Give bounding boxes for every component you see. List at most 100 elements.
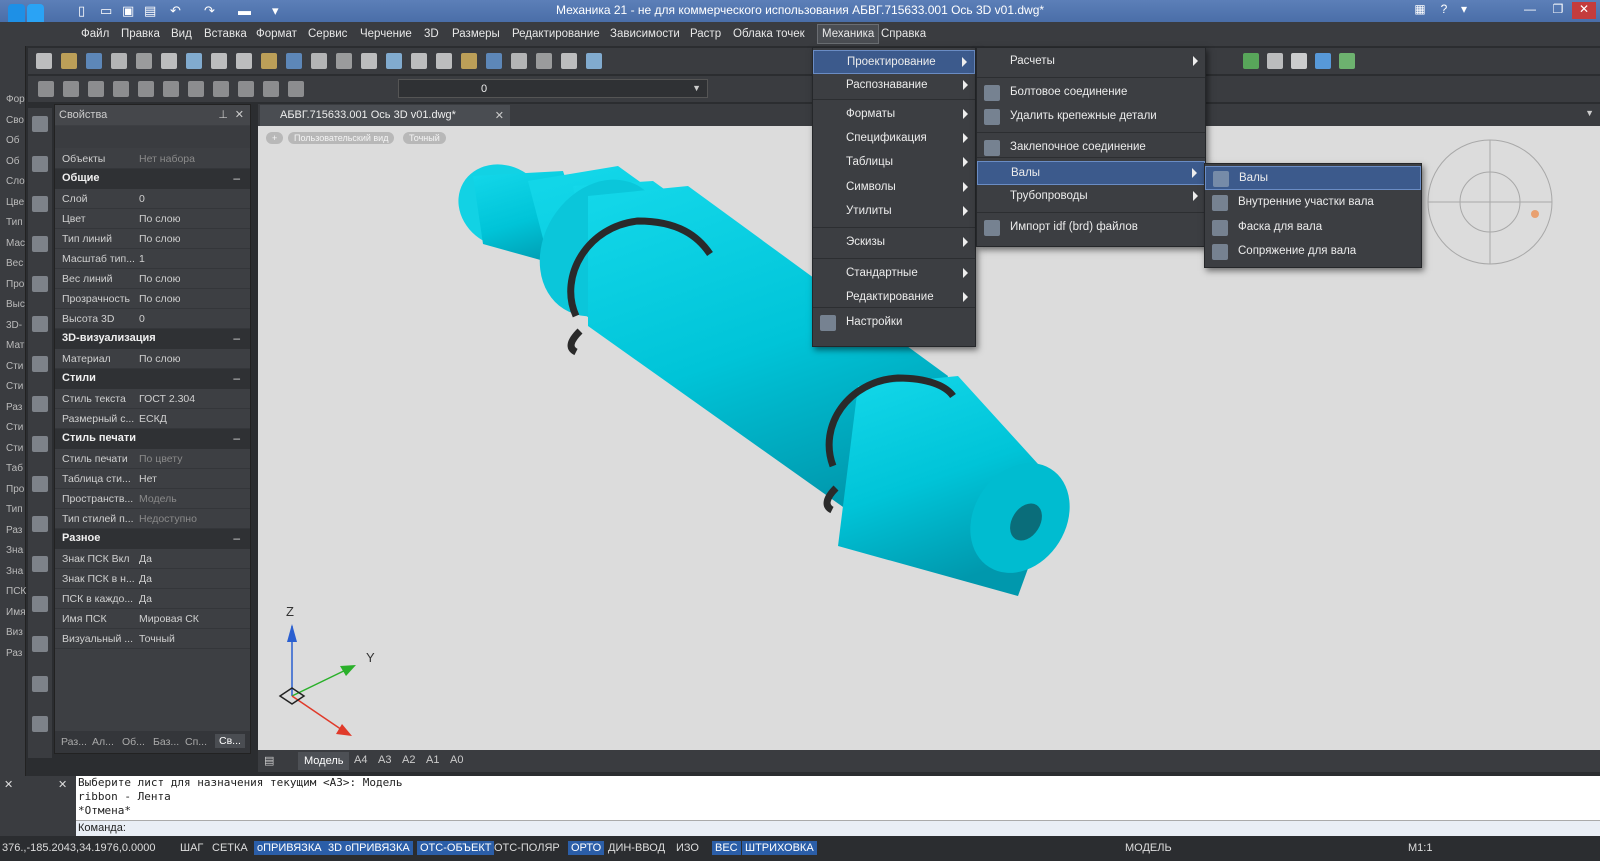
menu-item[interactable]: Размеры (452, 28, 500, 40)
chevron-down-icon[interactable]: ▼ (692, 83, 701, 93)
menu-item[interactable]: Файл (81, 28, 109, 40)
collapse-icon[interactable]: – (233, 331, 240, 345)
new-icon[interactable] (36, 53, 52, 69)
status-toggle[interactable]: 3D оПРИВЯЗКА (325, 841, 413, 855)
status-toggle[interactable]: ШТРИХОВКА (742, 841, 817, 855)
snap-icon[interactable] (561, 53, 577, 69)
mtext-icon[interactable] (32, 676, 48, 692)
collapse-icon[interactable]: – (233, 371, 240, 385)
help-icon[interactable] (586, 53, 602, 69)
menu-item[interactable]: Расчеты (977, 50, 1205, 74)
paste-icon[interactable] (211, 53, 227, 69)
menu-item[interactable]: Эскизы (813, 231, 975, 255)
menu-item[interactable]: Проектирование (813, 50, 975, 74)
menu-item[interactable]: Внутренние участки вала (1205, 191, 1421, 215)
property-row[interactable]: Таблица сти... Нет (55, 469, 250, 489)
property-section-header[interactable]: 3D-визуализация – (55, 329, 250, 349)
property-row[interactable]: Объекты Нет набора (55, 149, 250, 169)
property-row[interactable]: Цвет По слою (55, 209, 250, 229)
layer-combo[interactable]: 0 ▼ (398, 79, 708, 98)
layout-tab[interactable]: A1 (426, 754, 439, 766)
status-toggle[interactable]: ВЕС (712, 841, 741, 855)
menu-item[interactable]: Форматы (813, 103, 975, 127)
layout-tab[interactable]: A0 (450, 754, 463, 766)
layer-prev-icon[interactable] (213, 81, 229, 97)
layout-tab[interactable]: Модель (298, 752, 350, 770)
menu-item[interactable]: Таблицы (813, 151, 975, 175)
status-toggle[interactable]: ОРТО (568, 841, 605, 855)
viewcube-marker[interactable] (1531, 210, 1539, 218)
menu-item[interactable]: Символы (813, 176, 975, 200)
property-row[interactable]: Стиль текста ГОСТ 2.304 (55, 389, 250, 409)
collapse-icon[interactable]: – (233, 531, 240, 545)
mech-tool-2-icon[interactable] (1267, 53, 1283, 69)
property-row[interactable]: Знак ПСК в н... Да (55, 569, 250, 589)
cut-icon[interactable] (161, 53, 177, 69)
table-icon[interactable] (32, 636, 48, 652)
zoom-previous-icon[interactable] (386, 53, 402, 69)
property-section-header[interactable]: Разное – (55, 529, 250, 549)
layout-menu-icon[interactable]: ▤ (264, 754, 274, 767)
menu-item[interactable]: Распознавание (813, 74, 975, 98)
menu-item[interactable]: Валы (977, 161, 1205, 185)
property-row[interactable]: Стиль печати По цвету (55, 449, 250, 469)
menu-item[interactable]: Спецификация (813, 127, 975, 151)
status-toggle[interactable]: ДИН-ВВОД (608, 842, 665, 854)
property-row[interactable]: Размерный с... ЕСКД (55, 409, 250, 429)
property-section-header[interactable]: Стиль печати – (55, 429, 250, 449)
panel-tab[interactable]: Сп... (185, 736, 207, 748)
back-icon[interactable] (88, 81, 104, 97)
property-row[interactable]: Знак ПСК Вкл Да (55, 549, 250, 569)
layer-icon[interactable] (188, 81, 204, 97)
polyline-icon[interactable] (32, 156, 48, 172)
zoom-realtime-icon[interactable] (336, 53, 352, 69)
line-icon[interactable] (32, 116, 48, 132)
zoom-window-icon[interactable] (361, 53, 377, 69)
status-toggle[interactable]: ОТС-ПОЛЯР (494, 842, 560, 854)
menu-item[interactable]: Механика (817, 24, 880, 44)
menu-item[interactable]: 3D (424, 28, 439, 40)
workspace-icon[interactable]: ▦ (1408, 2, 1432, 19)
menu-item[interactable]: Утилиты (813, 200, 975, 224)
status-toggle[interactable]: ИЗО (676, 842, 699, 854)
above-icon[interactable] (113, 81, 129, 97)
status-toggle[interactable]: оПРИВЯЗКА (254, 841, 325, 855)
front-icon[interactable] (63, 81, 79, 97)
property-row[interactable]: Имя ПСК Мировая СК (55, 609, 250, 629)
spline-icon[interactable] (32, 396, 48, 412)
command-input[interactable]: Команда: (76, 820, 1600, 836)
menu-item[interactable]: Растр (690, 28, 721, 40)
property-row[interactable]: Слой 0 (55, 189, 250, 209)
property-row[interactable]: Тип линий По слою (55, 229, 250, 249)
pin-icon[interactable]: ⊥ (218, 108, 228, 121)
panel-tab[interactable]: Об... (122, 736, 145, 748)
property-row[interactable]: ПСК в каждо... Да (55, 589, 250, 609)
property-row[interactable]: Пространств... Модель (55, 489, 250, 509)
close-icon[interactable]: ✕ (1572, 2, 1596, 19)
explode-icon[interactable] (486, 53, 502, 69)
undo-icon[interactable] (261, 53, 277, 69)
minimize-icon[interactable]: — (1518, 2, 1542, 19)
property-row[interactable]: Вес линий По слою (55, 269, 250, 289)
cloud-icon[interactable] (32, 356, 48, 372)
below-icon[interactable] (138, 81, 154, 97)
block-insert-icon[interactable] (32, 476, 48, 492)
collapse-icon[interactable]: – (233, 171, 240, 185)
hatch-icon[interactable] (32, 556, 48, 572)
close-panel-icon[interactable]: ✕ (235, 108, 244, 121)
menu-item[interactable]: Стандартные (813, 262, 975, 286)
menu-item[interactable]: Фаска для вала (1205, 216, 1421, 240)
region-icon[interactable] (32, 596, 48, 612)
panel-tab[interactable]: Раз... (61, 736, 87, 748)
status-toggle[interactable]: ОТС-ОБЪЕКТ (417, 841, 495, 855)
menu-item[interactable]: Импорт idf (brd) файлов (977, 216, 1205, 240)
property-row[interactable]: Масштаб тип... 1 (55, 249, 250, 269)
menu-item[interactable]: Справка (881, 28, 926, 40)
text-front-icon[interactable] (163, 81, 179, 97)
text-icon[interactable] (32, 716, 48, 732)
open-icon[interactable] (61, 53, 77, 69)
copy-icon[interactable] (186, 53, 202, 69)
menu-item[interactable]: Редактирование (512, 28, 600, 40)
polygon-icon[interactable] (32, 196, 48, 212)
panel-tab[interactable]: Св... (215, 734, 245, 748)
